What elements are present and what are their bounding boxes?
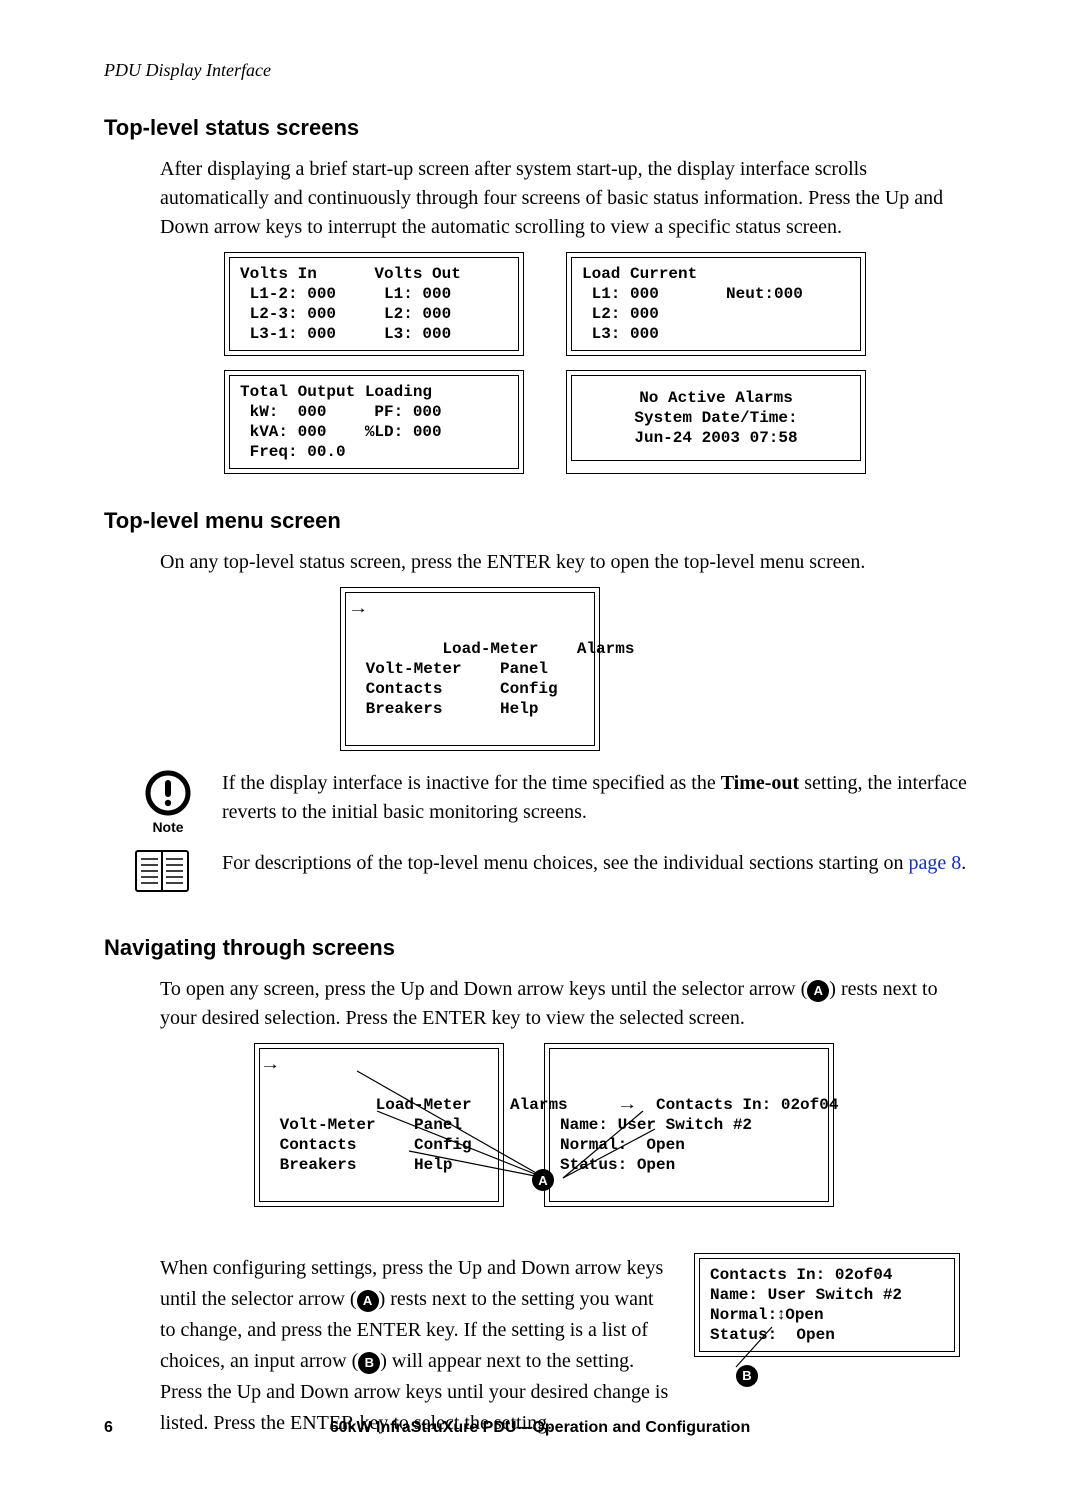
enter-key-3: ENTER [357,1319,421,1341]
timeout-bold: Time-out [721,772,800,794]
lcd-no-alarms: No Active Alarms System Date/Time: Jun-2… [566,370,866,474]
lcd-nav-detail: → Contacts In: 02of04 Name: User Switch … [544,1043,834,1207]
lcd-output-loading: Total Output Loading kW: 000 PF: 000 kVA… [224,370,524,474]
heading-top-level-menu: Top-level menu screen [104,508,976,534]
heading-navigating: Navigating through screens [104,935,976,961]
lcd-nav-detail-text: Contacts In: 02of04 Name: User Switch #2… [560,1096,838,1174]
page-8-link[interactable]: page 8 [909,852,962,874]
side-l2: Name: User Switch #2 [710,1285,944,1305]
lcd-no-alarms-text: No Active Alarms System Date/Time: Jun-2… [571,375,861,461]
selector-arrow-icon: → [617,1095,638,1115]
note-text-a: If the display interface is inactive for… [222,772,721,794]
side-l3a: Normal: [710,1306,777,1324]
sec1-paragraph: After displaying a brief start-up screen… [160,155,976,242]
badge-a-inline-1: A [807,980,829,1002]
sec2-paragraph: On any top-level status screen, press th… [160,548,976,577]
lcd-nav-detail-inner: → Contacts In: 02of04 Name: User Switch … [549,1048,829,1202]
lcd-menu: → Load-Meter Alarms Volt-Meter Panel Con… [340,587,600,751]
page-footer: 6 60kW InfraStruXure PDU—Operation and C… [104,1419,976,1437]
lcd-output-loading-text: Total Output Loading kW: 000 PF: 000 kVA… [229,375,519,469]
ref-text-b: . [961,852,966,874]
reference-text: For descriptions of the top-level menu c… [222,849,976,878]
sec2-para-a: On any top-level status screen, press th… [160,551,487,573]
p1a: To open any screen, press the Up and Dow… [160,978,807,1000]
side-l3b: Open [785,1306,823,1324]
page-number: 6 [104,1419,144,1437]
lcd-load-current-text: Load Current L1: 000 Neut:000 L2: 000 L3… [571,257,861,351]
enter-key-1: ENTER [487,551,551,573]
note-icon: Note [134,769,202,835]
status-screens-row-2: Total Output Loading kW: 000 PF: 000 kVA… [224,370,976,474]
note-label: Note [152,819,183,835]
sec2-para-b: key to open the top-level menu screen. [551,551,865,573]
status-screens-row-1: Volts In Volts Out L1-2: 000 L1: 000 L2-… [224,252,976,356]
badge-b-inline: B [358,1352,380,1374]
ref-text-a: For descriptions of the top-level menu c… [222,852,909,874]
lcd-nav-menu-text: Load-Meter Alarms Volt-Meter Panel Conta… [270,1096,568,1174]
footer-title: 60kW InfraStruXure PDU—Operation and Con… [144,1419,936,1437]
badge-b-figure: B [736,1365,758,1387]
navigation-figure: → Load-Meter Alarms Volt-Meter Panel Con… [254,1043,976,1243]
badge-a-inline-2: A [357,1290,379,1312]
sec3-para1: To open any screen, press the Up and Dow… [160,975,976,1033]
lcd-nav-menu-inner: → Load-Meter Alarms Volt-Meter Panel Con… [259,1048,499,1202]
note-row: Note If the display interface is inactiv… [134,769,976,835]
reference-row: For descriptions of the top-level menu c… [134,849,976,899]
lcd-nav-menu: → Load-Meter Alarms Volt-Meter Panel Con… [254,1043,504,1207]
document-icon [134,849,202,899]
selector-arrow-icon: → [348,599,369,619]
lcd-menu-text: Load-Meter Alarms Volt-Meter Panel Conta… [356,640,634,718]
running-head: PDU Display Interface [104,60,976,81]
lcd-menu-inner: → Load-Meter Alarms Volt-Meter Panel Con… [345,592,595,746]
lcd-load-current: Load Current L1: 000 Neut:000 L2: 000 L3… [566,252,866,356]
lcd-volts: Volts In Volts Out L1-2: 000 L1: 000 L2-… [224,252,524,356]
enter-key-2: ENTER [422,1007,486,1029]
side-l1: Contacts In: 02of04 [710,1265,944,1285]
p1c: key to view the selected screen. [487,1007,745,1029]
selector-arrow-icon: → [260,1055,281,1075]
note-text: If the display interface is inactive for… [222,769,976,827]
badge-a-figure: A [532,1169,554,1191]
lcd-volts-text: Volts In Volts Out L1-2: 000 L1: 000 L2-… [229,257,519,351]
sec3-para2: When configuring settings, press the Up … [160,1253,670,1439]
connector-line-b-icon [724,1325,784,1373]
heading-top-level-status: Top-level status screens [104,115,976,141]
exclamation-circle-icon [144,769,192,817]
